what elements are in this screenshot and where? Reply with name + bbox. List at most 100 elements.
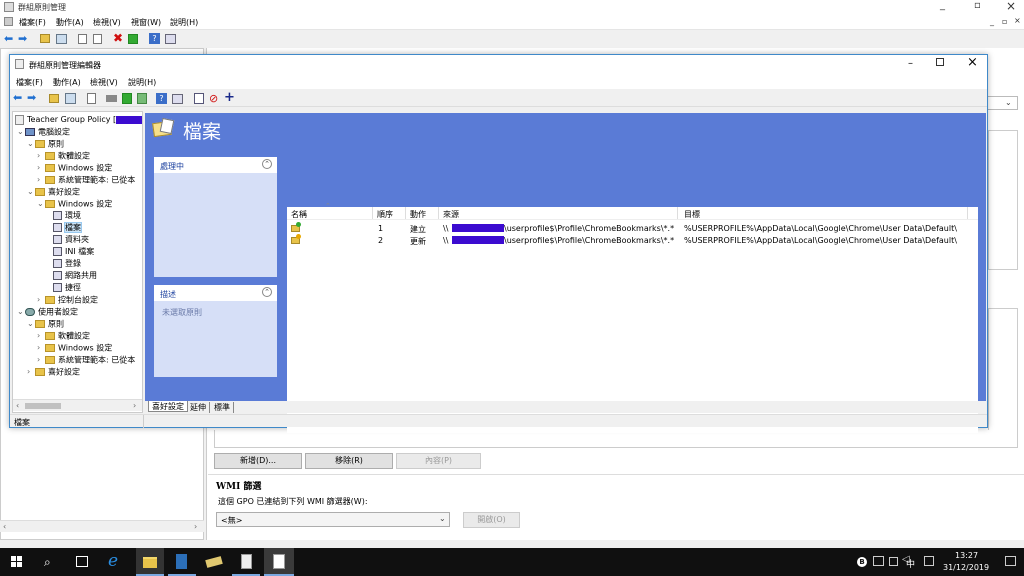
- tree-item[interactable]: 網路共用: [53, 270, 97, 282]
- outer-menu-view[interactable]: 檢視(V): [93, 17, 121, 28]
- outer-titlebar[interactable]: 群組原則管理 _ ▫ ×: [0, 0, 1024, 14]
- tree-item[interactable]: ⌄ Windows 設定: [37, 198, 112, 210]
- editor-forward-icon[interactable]: ➡: [27, 91, 36, 104]
- processing-header[interactable]: 處理中 ⌃: [154, 157, 277, 173]
- tree-item[interactable]: › 喜好設定: [27, 366, 80, 378]
- chevron-down-icon[interactable]: ⌄: [37, 198, 45, 210]
- chevron-right-icon[interactable]: ›: [37, 342, 45, 354]
- tree-item[interactable]: › 控制台設定: [37, 294, 98, 306]
- chevron-right-icon[interactable]: ›: [37, 294, 45, 306]
- table-row[interactable]: 2 更新 \\ \userprofile$\Profile\ChromeBook…: [287, 234, 978, 246]
- back-arrow-icon[interactable]: ⬅: [4, 32, 13, 45]
- editor-help-icon[interactable]: ?: [156, 93, 167, 104]
- maximize-button[interactable]: ▫: [974, 0, 981, 11]
- properties-button[interactable]: 內容(P): [396, 453, 481, 469]
- delete-icon[interactable]: ✖: [113, 31, 123, 45]
- outer-menu-file[interactable]: 檔案(F): [19, 17, 46, 28]
- tree-item[interactable]: ⌄ 原則: [27, 318, 64, 330]
- ie-icon[interactable]: e: [108, 551, 118, 571]
- tree-item[interactable]: ⌄ 使用者設定: [17, 306, 78, 318]
- outer-menu-help[interactable]: 說明(H): [170, 17, 198, 28]
- editor-maximize-button[interactable]: [936, 58, 944, 66]
- tree-item[interactable]: 檔案: [53, 222, 82, 234]
- server-manager-icon[interactable]: [168, 548, 196, 576]
- close-button[interactable]: ×: [1006, 0, 1016, 13]
- inner-close-button[interactable]: ×: [1014, 16, 1021, 25]
- tree-item[interactable]: ⌄ 原則: [27, 138, 64, 150]
- tree-item[interactable]: INI 檔案: [53, 246, 94, 258]
- collapse-icon[interactable]: ⌃: [262, 159, 272, 169]
- editor-menu-action[interactable]: 動作(A): [53, 77, 81, 88]
- properties-icon[interactable]: [165, 34, 176, 44]
- remove-button[interactable]: 移除(R): [305, 453, 393, 469]
- tab-preferences[interactable]: 喜好設定: [148, 401, 188, 412]
- editor-copy-icon[interactable]: [87, 93, 96, 104]
- editor-minimize-button[interactable]: –: [908, 58, 913, 69]
- tools-icon[interactable]: [200, 548, 228, 576]
- open-button[interactable]: 開啟(O): [463, 512, 520, 528]
- editor-up-icon[interactable]: [49, 94, 59, 103]
- tree-scrollbar[interactable]: ‹ ›: [13, 399, 142, 411]
- tree-item[interactable]: › 軟體設定: [37, 150, 90, 162]
- editor-export-icon[interactable]: [137, 93, 147, 104]
- inner-min-button[interactable]: _: [990, 17, 994, 26]
- tree-item[interactable]: › 系統管理範本: 已從本: [37, 354, 135, 366]
- col-name[interactable]: 名稱: [291, 209, 307, 220]
- chevron-down-icon[interactable]: ⌄: [27, 186, 35, 198]
- chevron-right-icon[interactable]: ›: [37, 354, 45, 366]
- refresh-icon[interactable]: [128, 34, 138, 44]
- task-view-icon[interactable]: [76, 556, 88, 567]
- show-hide-tree-icon[interactable]: [56, 34, 67, 44]
- file-explorer-icon[interactable]: [136, 548, 164, 576]
- description-header[interactable]: 描述 ⌃: [154, 285, 277, 301]
- copy-icon[interactable]: [78, 34, 87, 44]
- editor-add-icon[interactable]: +: [224, 90, 235, 105]
- tree-item[interactable]: 捷徑: [53, 282, 81, 294]
- editor-menu-view[interactable]: 檢視(V): [90, 77, 118, 88]
- editor-titlebar[interactable]: 群組原則管理編輯器 – ×: [10, 55, 987, 73]
- up-folder-icon[interactable]: [40, 34, 50, 43]
- editor-report-icon[interactable]: [194, 93, 204, 104]
- gpme-taskbar-icon[interactable]: [264, 548, 294, 576]
- tree-item[interactable]: Teacher Group Policy [: [15, 114, 142, 126]
- editor-stop-icon[interactable]: ⊘: [209, 92, 218, 105]
- col-target[interactable]: 目標: [684, 209, 700, 220]
- add-button[interactable]: 新增(D)...: [214, 453, 302, 469]
- tree-item[interactable]: › Windows 設定: [37, 342, 112, 354]
- tree-item[interactable]: 登錄: [53, 258, 81, 270]
- chevron-down-icon[interactable]: ⌄: [27, 138, 35, 150]
- tree-item[interactable]: ⌄ 喜好設定: [27, 186, 80, 198]
- start-button[interactable]: [11, 556, 23, 568]
- tray-b-icon[interactable]: B: [857, 557, 867, 567]
- tray-network-icon[interactable]: [873, 556, 884, 566]
- editor-properties-icon[interactable]: [172, 94, 183, 104]
- tree-item[interactable]: › 軟體設定: [37, 330, 90, 342]
- chevron-right-icon[interactable]: ›: [27, 366, 35, 378]
- tray-ime-label[interactable]: 中: [906, 557, 915, 570]
- tray-monitor-icon[interactable]: [889, 557, 898, 566]
- tray-ime-icon[interactable]: [924, 556, 934, 566]
- outer-tree-scrollbar[interactable]: ‹ ›: [0, 520, 204, 532]
- wmi-filter-select[interactable]: <無> ⌄: [216, 512, 450, 527]
- search-icon[interactable]: ⌕: [44, 555, 51, 570]
- col-action[interactable]: 動作: [410, 209, 426, 220]
- clock-time[interactable]: 13:27: [955, 551, 978, 560]
- table-row[interactable]: 1 建立 \\ \userprofile$\Profile\ChromeBook…: [287, 222, 978, 234]
- inner-restore-button[interactable]: ▫: [1002, 17, 1007, 26]
- outer-menu-action[interactable]: 動作(A): [56, 17, 84, 28]
- help-icon[interactable]: ?: [149, 33, 160, 44]
- gpm-taskbar-icon[interactable]: [232, 548, 260, 576]
- tree-item[interactable]: 環境: [53, 210, 81, 222]
- editor-tree-toggle-icon[interactable]: [65, 93, 76, 104]
- clock-date[interactable]: 31/12/2019: [943, 563, 989, 572]
- chevron-right-icon[interactable]: ›: [37, 150, 45, 162]
- tree-item[interactable]: › 系統管理範本: 已從本: [37, 174, 135, 186]
- editor-print-icon[interactable]: [106, 95, 117, 102]
- chevron-right-icon[interactable]: ›: [37, 330, 45, 342]
- editor-back-icon[interactable]: ⬅: [13, 91, 22, 104]
- chevron-down-icon[interactable]: ⌄: [27, 318, 35, 330]
- chevron-down-icon[interactable]: ⌄: [17, 306, 25, 318]
- editor-close-button[interactable]: ×: [967, 55, 978, 70]
- outer-menu-window[interactable]: 視窗(W): [131, 17, 161, 28]
- chevron-down-icon[interactable]: ⌄: [17, 126, 25, 138]
